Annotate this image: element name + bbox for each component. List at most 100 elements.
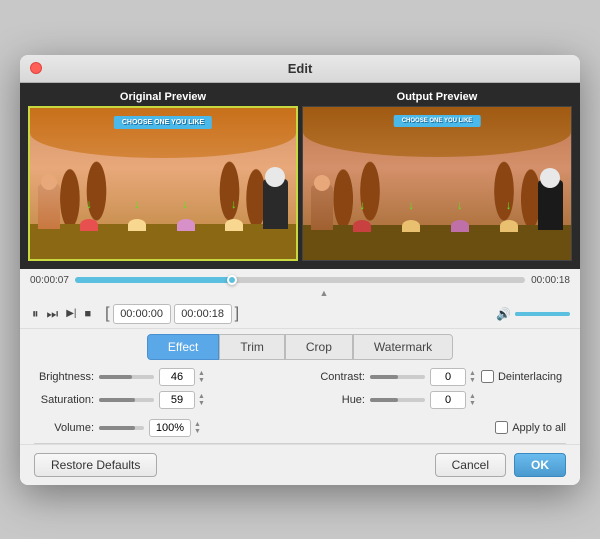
timeline-end-time: 00:00:18 [531, 275, 570, 286]
food-1 [80, 219, 98, 231]
hue-up[interactable]: ▲ [469, 393, 476, 400]
brightness-row: Brightness: ▲ ▼ [34, 368, 295, 386]
arrow-3: ↓ [183, 197, 189, 211]
stop-button[interactable]: ■ [83, 306, 94, 322]
contrast-spinners: ▲ ▼ [469, 370, 476, 384]
volume-row: Volume: ▲ ▼ [34, 419, 201, 437]
output-food-4 [500, 220, 518, 232]
volume-fill [515, 312, 554, 316]
hue-slider[interactable] [370, 398, 425, 402]
deinterlacing-area: Deinterlacing [481, 370, 562, 383]
volume-slider[interactable] [515, 312, 570, 316]
saturation-spinners: ▲ ▼ [198, 393, 205, 407]
volume-spinners: ▲ ▼ [194, 421, 201, 435]
tab-effect[interactable]: Effect [147, 334, 219, 360]
timeline-area: 00:00:07 00:00:18 ▲ [20, 269, 580, 300]
original-preview-frame: CHOOSE ONE YOU LIKE ↓ ↓ ↓ ↓ [28, 106, 298, 261]
original-preview-panel: Original Preview CHOOSE ONE YOU LIKE [28, 91, 298, 261]
output-arrow-4: ↓ [506, 198, 512, 212]
tab-crop[interactable]: Crop [285, 334, 353, 360]
controls-area: ⏸ ⏭ ▶| ■ [ ] 🔊 [20, 300, 580, 328]
output-food-1 [353, 220, 371, 232]
saturation-label: Saturation: [34, 394, 94, 406]
apply-all-label: Apply to all [512, 422, 566, 434]
volume-down[interactable]: ▼ [194, 428, 201, 435]
close-button[interactable] [30, 62, 42, 74]
brightness-up[interactable]: ▲ [198, 370, 205, 377]
output-arrow-3: ↓ [457, 198, 463, 212]
hue-input[interactable] [430, 391, 466, 409]
hue-down[interactable]: ▼ [469, 400, 476, 407]
character-left [38, 184, 60, 229]
preview-area: Original Preview CHOOSE ONE YOU LIKE [20, 83, 580, 269]
volume-up[interactable]: ▲ [194, 421, 201, 428]
timeline-thumb[interactable] [227, 275, 237, 285]
tab-trim[interactable]: Trim [219, 334, 285, 360]
brightness-down[interactable]: ▼ [198, 377, 205, 384]
timeline-arrow-indicator: ▲ [30, 288, 570, 298]
output-arrows-area: ↓ ↓ ↓ ↓ [338, 198, 533, 212]
hue-label: Hue: [305, 394, 365, 406]
contrast-input[interactable] [430, 368, 466, 386]
sign-banner: CHOOSE ONE YOU LIKE [114, 116, 212, 129]
saturation-up[interactable]: ▲ [198, 393, 205, 400]
ok-button[interactable]: OK [514, 453, 566, 477]
deinterlacing-label: Deinterlacing [498, 371, 562, 383]
params-bottom: Volume: ▲ ▼ Apply to all [20, 417, 580, 443]
output-preview-label: Output Preview [302, 91, 572, 103]
volume-slider-param[interactable] [99, 426, 144, 430]
brightness-input[interactable] [159, 368, 195, 386]
deinterlacing-checkbox[interactable] [481, 370, 494, 383]
step-forward-button[interactable]: ⏭ [45, 304, 61, 324]
arrow-1: ↓ [86, 197, 92, 211]
contrast-slider[interactable] [370, 375, 425, 379]
params-area: Brightness: ▲ ▼ Contrast: ▲ [20, 360, 580, 417]
title-bar: Edit [20, 55, 580, 83]
food-3 [177, 219, 195, 231]
start-time-input[interactable] [113, 304, 171, 324]
timeline-start-time: 00:00:07 [30, 275, 69, 286]
food-area [65, 211, 258, 231]
timeline-slider[interactable] [75, 277, 525, 283]
footer-area: Restore Defaults Cancel OK [20, 444, 580, 485]
end-time-input[interactable] [174, 304, 232, 324]
cancel-button[interactable]: Cancel [435, 453, 506, 477]
arrow-2: ↓ [134, 197, 140, 211]
pause-button[interactable]: ⏸ [30, 304, 41, 324]
brightness-slider[interactable] [99, 375, 154, 379]
saturation-input[interactable] [159, 391, 195, 409]
hue-spinners: ▲ ▼ [469, 393, 476, 407]
food-4 [225, 219, 243, 231]
volume-fill-param [99, 426, 135, 430]
output-preview-frame: CHOOSE ONE YOU LIKE ↓ ↓ ↓ ↓ [302, 106, 572, 261]
output-food-area [338, 212, 533, 232]
saturation-row: Saturation: ▲ ▼ [34, 391, 295, 409]
hue-row: Hue: ▲ ▼ [305, 391, 566, 409]
timeline-fill [75, 277, 233, 283]
apply-all-area: Apply to all [495, 421, 566, 434]
edit-window: Edit Original Preview CHOOSE ONE YOU LIK… [20, 55, 580, 485]
volume-area: 🔊 [496, 307, 570, 321]
volume-icon: 🔊 [496, 307, 511, 321]
output-arrow-1: ↓ [359, 198, 365, 212]
saturation-slider[interactable] [99, 398, 154, 402]
bracket-close: ] [235, 305, 239, 323]
tabs-row: Effect Trim Crop Watermark [30, 334, 570, 360]
contrast-up[interactable]: ▲ [469, 370, 476, 377]
contrast-label: Contrast: [305, 371, 365, 383]
original-preview-label: Original Preview [28, 91, 298, 103]
brightness-label: Brightness: [34, 371, 94, 383]
apply-all-checkbox[interactable] [495, 421, 508, 434]
arrows-area: ↓ ↓ ↓ ↓ [65, 197, 258, 211]
frame-forward-button[interactable]: ▶| [64, 306, 78, 321]
brightness-fill [99, 375, 132, 379]
output-char-left [311, 185, 333, 230]
tabs-area: Effect Trim Crop Watermark [20, 328, 580, 360]
tab-watermark[interactable]: Watermark [353, 334, 453, 360]
output-food-2 [402, 220, 420, 232]
contrast-fill [370, 375, 398, 379]
saturation-down[interactable]: ▼ [198, 400, 205, 407]
volume-input[interactable] [149, 419, 191, 437]
contrast-down[interactable]: ▼ [469, 377, 476, 384]
restore-defaults-button[interactable]: Restore Defaults [34, 453, 157, 477]
